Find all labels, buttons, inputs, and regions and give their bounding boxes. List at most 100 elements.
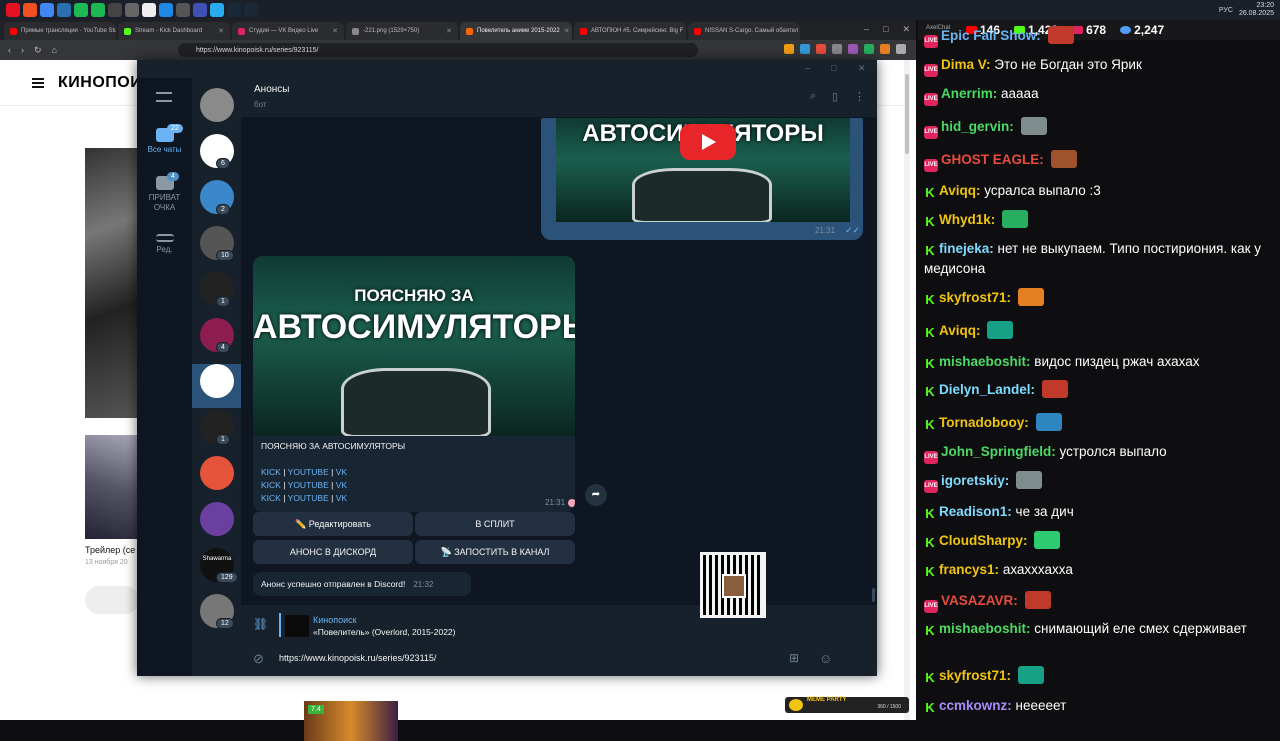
main-menu-icon[interactable]: [156, 92, 172, 102]
folder-all-chats[interactable]: 22 Все чаты: [137, 124, 192, 154]
chat-username[interactable]: Dielyn_Landel:: [939, 382, 1035, 397]
trailer-thumbnail[interactable]: [85, 435, 139, 539]
browser-tab[interactable]: NISSAN S-Cargo. Самый обаятел✕: [688, 22, 800, 40]
chat-username[interactable]: skyfrost71:: [939, 668, 1011, 683]
extension-icon[interactable]: [848, 44, 858, 54]
post-to-channel-button[interactable]: 📡 ЗАПОСТИТЬ В КАНАЛ: [415, 540, 575, 564]
browser-tab[interactable]: -221.png (1529×750) ✕: [346, 22, 458, 40]
discord-announce-button[interactable]: АНОНС В ДИСКОРД: [253, 540, 413, 564]
chat-username[interactable]: CloudSharpy:: [939, 533, 1028, 548]
chat-username[interactable]: Aviqq:: [939, 183, 981, 198]
tab-close-icon[interactable]: ✕: [332, 27, 338, 35]
folder-private[interactable]: 4 ПРИВАТ ОЧКА: [137, 172, 192, 213]
chat-username[interactable]: igoretskiy:: [941, 473, 1009, 488]
chat-username[interactable]: GHOST EAGLE:: [941, 152, 1044, 167]
watch-button[interactable]: [85, 586, 139, 614]
profile-icon[interactable]: [896, 44, 906, 54]
emoji-icon[interactable]: ☺: [819, 651, 832, 666]
chat-username[interactable]: hid_gervin:: [941, 119, 1014, 134]
outgoing-message[interactable]: АВТОСИМУЛЯТОРЫ 21:31 ✓✓: [541, 118, 863, 240]
extension-icon[interactable]: [832, 44, 842, 54]
extension-icon[interactable]: [784, 44, 794, 54]
chat-username[interactable]: Epic Fail Show:: [941, 28, 1041, 43]
chat-username[interactable]: finejeka:: [939, 241, 994, 256]
reload-icon[interactable]: ↻: [34, 45, 42, 56]
extension-icon[interactable]: [864, 44, 874, 54]
chat-username[interactable]: francys1:: [939, 562, 999, 577]
chat-avatar[interactable]: [200, 364, 234, 398]
messages-scrollbar[interactable]: [872, 588, 875, 602]
tab-close-icon[interactable]: ✕: [564, 27, 570, 35]
app-icon[interactable]: [23, 3, 37, 17]
minimize-icon[interactable]: –: [864, 24, 869, 35]
app-icon[interactable]: [91, 3, 105, 17]
chat-avatar[interactable]: [200, 456, 234, 490]
tg-close-icon[interactable]: ✕: [858, 63, 866, 74]
app-icon[interactable]: [40, 3, 54, 17]
app-icon[interactable]: [108, 3, 122, 17]
vk-link[interactable]: VK: [336, 480, 347, 490]
browser-tab[interactable]: Повелитель аниме 2015-2022 ✕: [460, 22, 572, 40]
forward-icon[interactable]: ➦: [585, 484, 607, 506]
app-icon[interactable]: [142, 3, 156, 17]
app-icon[interactable]: [57, 3, 71, 17]
back-icon[interactable]: ‹: [8, 45, 11, 55]
chat-username[interactable]: Anerrim:: [941, 86, 997, 101]
chat-username[interactable]: mishaeboshit:: [939, 354, 1031, 369]
tab-close-icon[interactable]: ✕: [446, 27, 452, 35]
chat-avatar[interactable]: [200, 502, 234, 536]
steam-icon[interactable]: [227, 3, 241, 17]
split-button[interactable]: В СПЛИТ: [415, 512, 575, 536]
page-scrollbar[interactable]: [904, 60, 910, 720]
message-input[interactable]: https://www.kinopoisk.ru/series/923115/: [279, 653, 436, 663]
edit-button[interactable]: ✏️ Редактировать: [253, 512, 413, 536]
attach-icon[interactable]: ⊘: [253, 651, 264, 667]
tg-minimize-icon[interactable]: –: [805, 63, 810, 73]
browser-tab[interactable]: АВТОПЮН #5. Симрейсинг. Big F✕: [574, 22, 686, 40]
vk-link[interactable]: VK: [336, 467, 347, 477]
app-icon[interactable]: [125, 3, 139, 17]
status-message[interactable]: Анонс успешно отправлен в Discord! 21:32: [253, 572, 471, 596]
chat-username[interactable]: Readison1:: [939, 504, 1012, 519]
chat-username[interactable]: Whyd1k:: [939, 212, 995, 227]
app-icon[interactable]: [6, 3, 20, 17]
browser-tab[interactable]: Студия — VK Видео Live ✕: [232, 22, 344, 40]
message-image[interactable]: ПОЯСНЯЮ ЗА АВТОСИМУЛЯТОРЫ: [253, 256, 575, 436]
close-icon[interactable]: ✕: [902, 24, 910, 35]
message-preview-image[interactable]: АВТОСИМУЛЯТОРЫ: [556, 118, 850, 222]
chat-username[interactable]: Aviqq:: [939, 323, 981, 338]
chat-username[interactable]: skyfrost71:: [939, 290, 1011, 305]
chat-username[interactable]: VASAZAVR:: [941, 593, 1018, 608]
youtube-link[interactable]: YOUTUBE: [288, 467, 329, 477]
vk-link[interactable]: VK: [336, 493, 347, 503]
chat-username[interactable]: John_Springfield:: [941, 444, 1056, 459]
browser-tab[interactable]: Прямые трансляции - YouTube Studio✕: [4, 22, 116, 40]
search-icon[interactable]: ⌕: [810, 90, 816, 103]
chat-title[interactable]: Анонсы: [254, 84, 289, 95]
extension-icon[interactable]: [800, 44, 810, 54]
sidebar-toggle-icon[interactable]: ▯: [832, 90, 838, 103]
forward-icon[interactable]: ›: [21, 45, 24, 55]
app-icon[interactable]: [74, 3, 88, 17]
url-bar[interactable]: https://www.kinopoisk.ru/series/923115/: [178, 43, 698, 57]
youtube-link[interactable]: YOUTUBE: [288, 480, 329, 490]
maximize-icon[interactable]: □: [883, 24, 888, 35]
chat-username[interactable]: mishaeboshit:: [939, 621, 1031, 636]
chat-avatar[interactable]: [200, 88, 234, 122]
browser-tab[interactable]: Stream - Kick Dashboard ✕: [118, 22, 230, 40]
chat-username[interactable]: Dima V:: [941, 57, 991, 72]
trailer-title[interactable]: Трейлер (се: [85, 545, 135, 555]
youtube-link[interactable]: YOUTUBE: [288, 493, 329, 503]
youtube-play-icon[interactable]: [680, 124, 736, 160]
reaction-heart-icon[interactable]: [568, 499, 575, 507]
kick-link[interactable]: KICK: [261, 493, 281, 503]
home-icon[interactable]: ⌂: [52, 45, 57, 55]
chat-username[interactable]: Tornadobooy:: [939, 415, 1029, 430]
app-icon[interactable]: [159, 3, 173, 17]
commands-icon[interactable]: ⊞: [789, 651, 799, 665]
extension-icon[interactable]: [816, 44, 826, 54]
telegram-icon[interactable]: [210, 3, 224, 17]
tg-maximize-icon[interactable]: □: [831, 63, 836, 73]
folder-edit[interactable]: Ред.: [137, 234, 192, 254]
clock[interactable]: 23:20 26.08.2025: [1239, 2, 1274, 18]
